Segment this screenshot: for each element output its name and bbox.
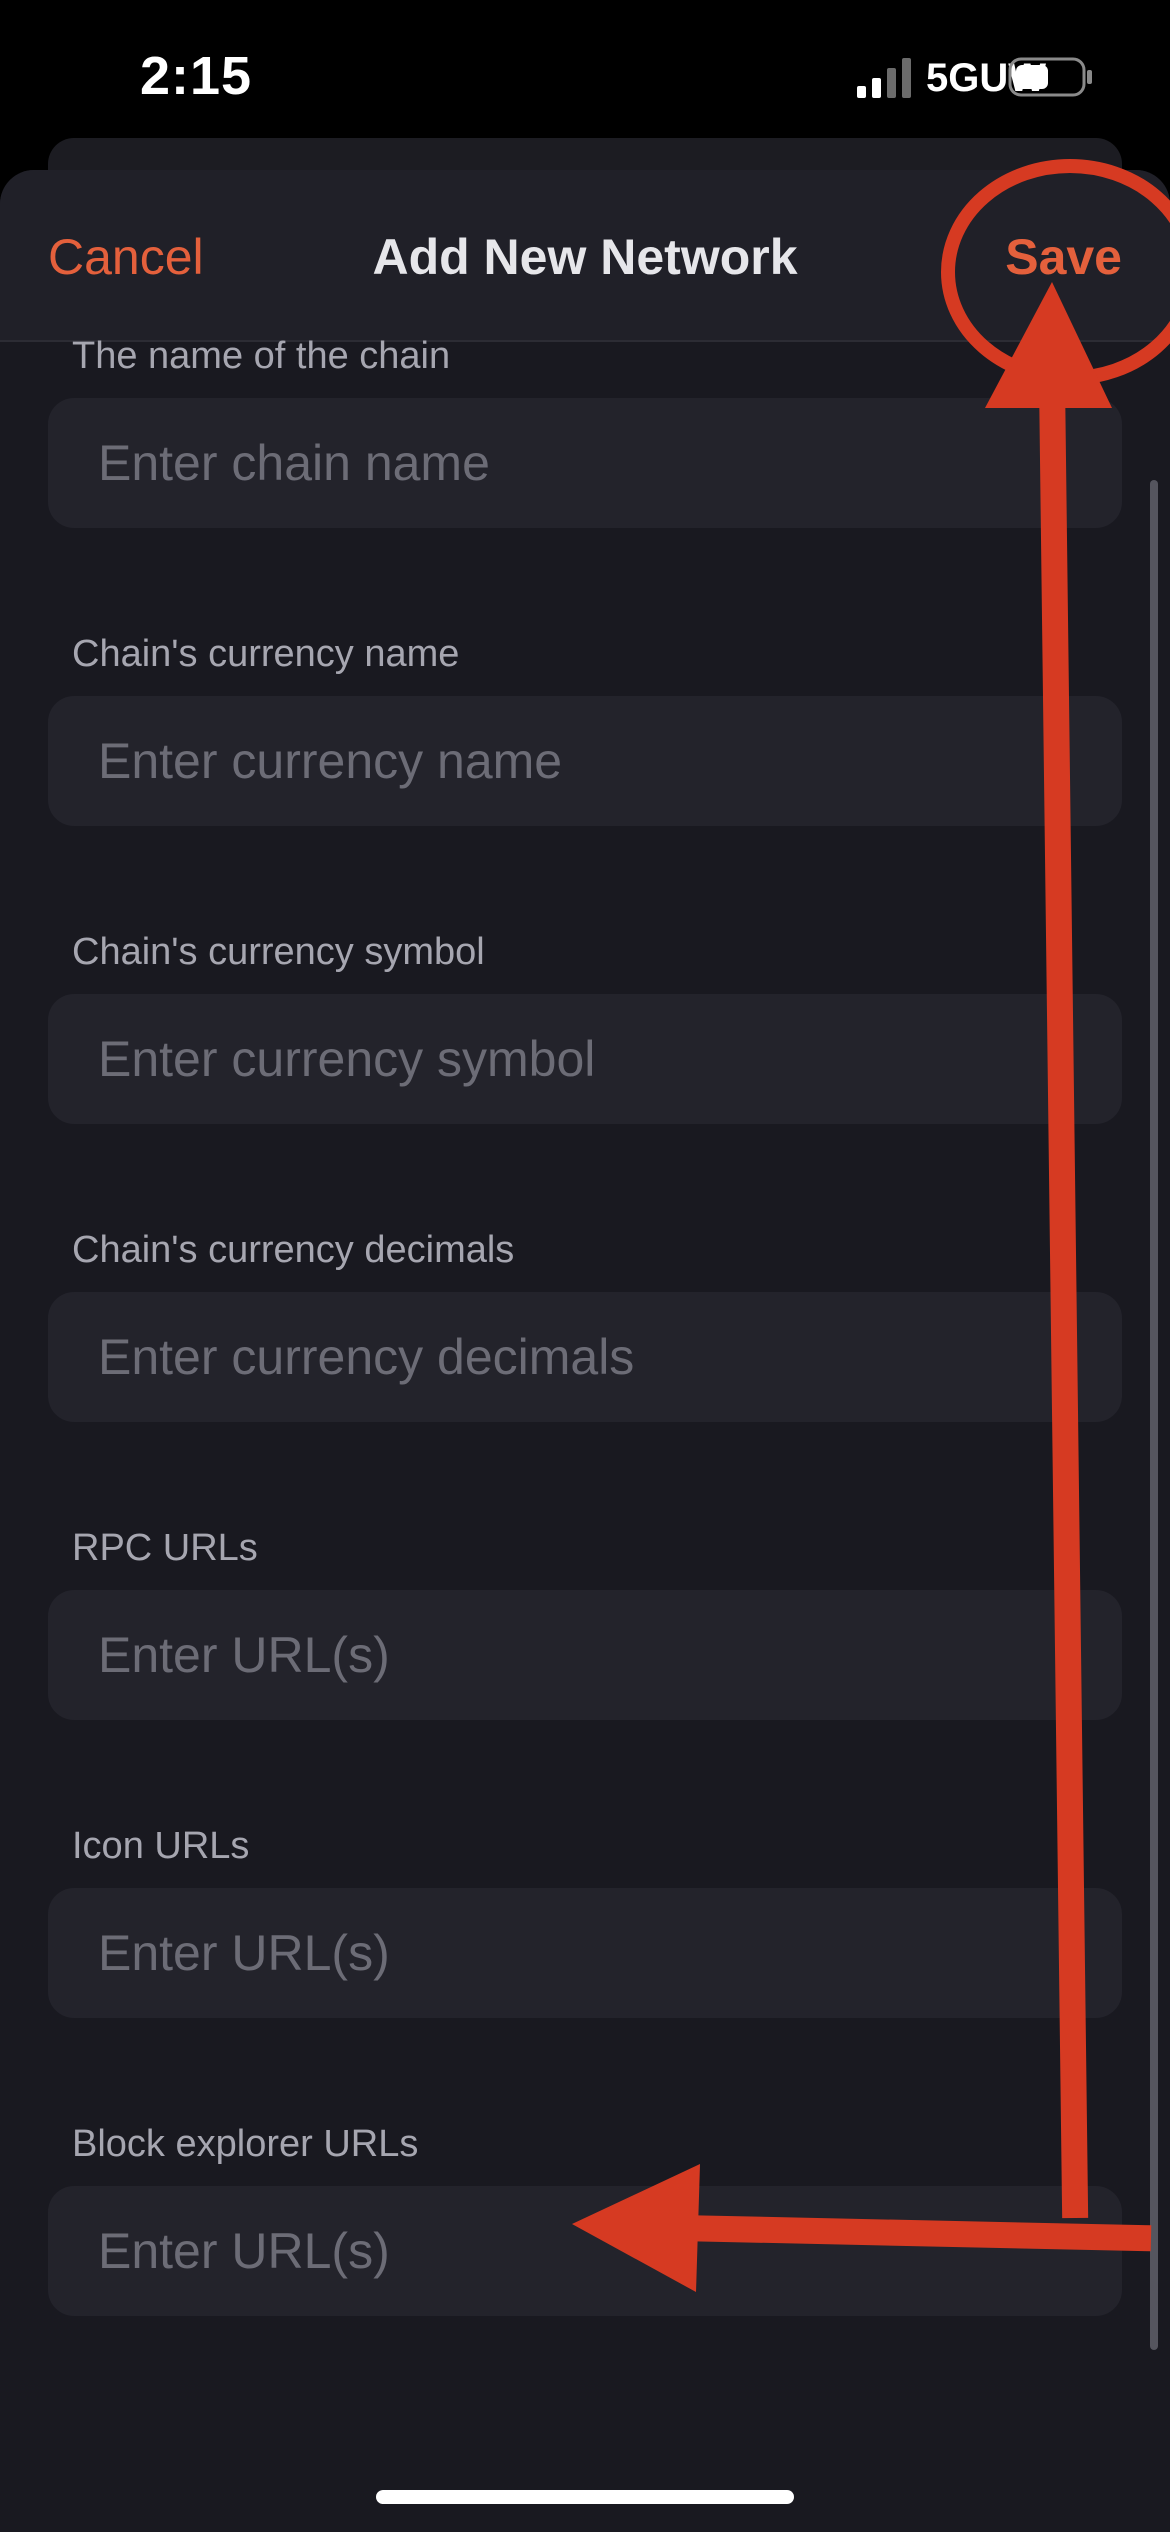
currency-name-input[interactable]	[48, 696, 1122, 826]
field-rpc-urls: RPC URLs	[0, 1526, 1170, 1824]
field-block-explorer-urls: Block explorer URLs	[0, 2122, 1170, 2420]
currency-decimals-input[interactable]	[48, 1292, 1122, 1422]
status-time: 2:15	[140, 46, 253, 106]
navigation-bar: Cancel Add New Network Save	[0, 170, 1170, 342]
battery-icon	[1008, 57, 1092, 97]
field-currency-decimals: Chain's currency decimals	[0, 1228, 1170, 1526]
cancel-button[interactable]: Cancel	[48, 228, 204, 286]
rpc-urls-input[interactable]	[48, 1590, 1122, 1720]
field-label: RPC URLs	[72, 1527, 258, 1569]
block-explorer-urls-input[interactable]	[48, 2186, 1122, 2316]
screen: 2:15 5GUW Cancel Add New Network Save Th…	[0, 0, 1170, 2532]
field-chain-name: The name of the chain	[0, 334, 1170, 632]
field-icon-urls: Icon URLs	[0, 1824, 1170, 2122]
field-label: The name of the chain	[72, 335, 451, 377]
save-button[interactable]: Save	[1005, 228, 1122, 286]
field-currency-name: Chain's currency name	[0, 632, 1170, 930]
status-bar: 2:15 5GUW	[0, 0, 1170, 150]
field-label: Chain's currency name	[72, 633, 460, 675]
field-label: Block explorer URLs	[72, 2123, 419, 2165]
add-network-sheet: Cancel Add New Network Save The name of …	[0, 170, 1170, 2532]
icon-urls-input[interactable]	[48, 1888, 1122, 2018]
chain-name-input[interactable]	[48, 398, 1122, 528]
field-currency-symbol: Chain's currency symbol	[0, 930, 1170, 1228]
currency-symbol-input[interactable]	[48, 994, 1122, 1124]
field-label: Icon URLs	[72, 1825, 250, 1867]
field-label: Chain's currency decimals	[72, 1229, 515, 1271]
home-indicator[interactable]	[376, 2490, 794, 2504]
cellular-signal-icon	[857, 58, 911, 98]
network-form: The name of the chain Chain's currency n…	[0, 334, 1170, 2420]
scrollbar[interactable]	[1150, 480, 1158, 2350]
field-label: Chain's currency symbol	[72, 931, 485, 973]
